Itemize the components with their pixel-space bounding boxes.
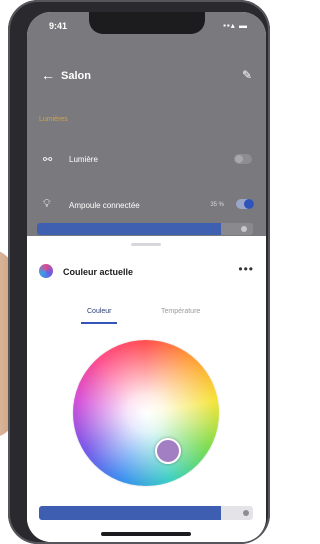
more-horizontal-icon[interactable]: ••• — [238, 262, 254, 276]
brightness-slider-fill — [39, 506, 221, 520]
section-label: Lumières — [39, 116, 68, 123]
row-label-ampoule: Ampoule connectée — [69, 201, 140, 210]
phone-frame: 9:41 ▪▪▴ ▬ ← Salon ✎ Lumières ⚯ Lumière … — [8, 0, 270, 544]
row-label-lumiere: Lumière — [69, 155, 98, 164]
brightness-value: 35 % — [210, 202, 224, 208]
pencil-icon[interactable]: ✎ — [242, 68, 252, 82]
status-icons: ▪▪▴ ▬ — [223, 21, 248, 30]
color-wheel[interactable] — [73, 340, 219, 486]
notch — [89, 12, 205, 34]
active-tab-indicator — [81, 322, 117, 324]
toggle-ampoule[interactable] — [236, 199, 254, 209]
color-picker-handle[interactable] — [155, 438, 181, 464]
home-indicator — [101, 532, 191, 536]
screenshot-scene: 9:41 ▪▪▴ ▬ ← Salon ✎ Lumières ⚯ Lumière … — [0, 0, 271, 544]
brightness-slider[interactable] — [39, 506, 253, 520]
background-brightness-slider[interactable] — [37, 223, 253, 235]
link-icon: ⚯ — [43, 154, 53, 166]
sheet-title: Couleur actuelle — [63, 267, 134, 277]
background-brightness-fill — [37, 223, 221, 235]
page-title: Salon — [61, 70, 91, 82]
bulb-icon: 💡︎ — [43, 198, 51, 210]
toggle-lumiere[interactable] — [234, 154, 252, 164]
sheet-grabber[interactable] — [131, 243, 161, 246]
color-wheel-icon — [39, 264, 53, 278]
background-slider-knob — [241, 226, 247, 232]
status-time: 9:41 — [49, 21, 68, 31]
tab-couleur[interactable]: Couleur — [87, 308, 112, 315]
back-arrow-icon[interactable]: ← — [41, 67, 55, 83]
dimmed-background — [27, 12, 266, 236]
tab-temperature[interactable]: Température — [161, 308, 200, 315]
brightness-slider-knob — [243, 510, 249, 516]
phone-screen: 9:41 ▪▪▴ ▬ ← Salon ✎ Lumières ⚯ Lumière … — [27, 12, 266, 542]
color-sheet: Couleur actuelle ••• Couleur Température — [27, 238, 266, 542]
